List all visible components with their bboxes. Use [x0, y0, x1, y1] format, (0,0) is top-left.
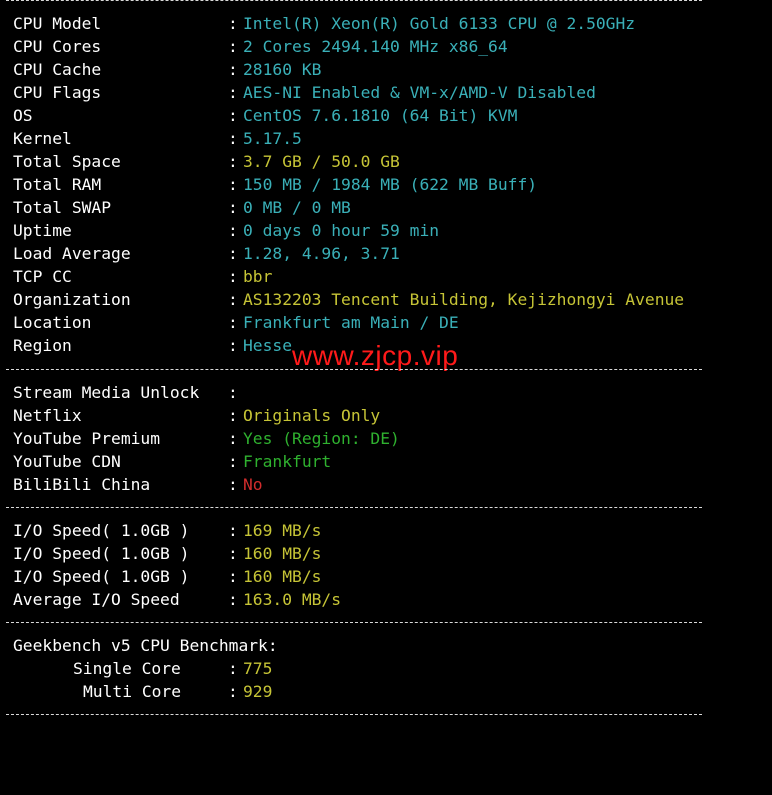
colon: : — [228, 60, 238, 79]
row-value: 169 MB/s — [243, 521, 322, 540]
row-label: YouTube Premium — [13, 429, 161, 448]
colon: : — [228, 452, 238, 471]
colon: : — [228, 106, 238, 125]
row-value: AES-NI Enabled & VM-x/AMD-V Disabled — [243, 83, 596, 102]
row-label: Uptime — [13, 221, 72, 240]
row-value: AS132203 Tencent Building, Kejizhongyi A… — [243, 290, 685, 309]
colon: : — [228, 152, 238, 171]
colon: : — [228, 129, 238, 148]
row-value: Frankfurt — [243, 452, 332, 471]
colon: : — [228, 406, 238, 425]
single-core-label: Single Core — [73, 659, 181, 678]
row-value: 163.0 MB/s — [243, 590, 342, 609]
row-label: I/O Speed( 1.0GB ) — [13, 567, 190, 586]
row-value: Intel(R) Xeon(R) Gold 6133 CPU @ 2.50GHz — [243, 14, 636, 33]
row-value: Originals Only — [243, 406, 381, 425]
colon: : — [228, 590, 238, 609]
colon: : — [228, 475, 238, 494]
row-label: Region — [13, 336, 72, 355]
row-value: 160 MB/s — [243, 544, 322, 563]
separator-line — [6, 369, 702, 370]
row-label: YouTube CDN — [13, 452, 121, 471]
geekbench-multi-row: Multi Core : 929 — [13, 680, 272, 703]
row-value: bbr — [243, 267, 273, 286]
row-label: Total Space — [13, 152, 121, 171]
colon: : — [228, 336, 238, 355]
row-label: CPU Cache — [13, 60, 102, 79]
geekbench-heading: Geekbench v5 CPU Benchmark: — [13, 636, 278, 655]
row-label: I/O Speed( 1.0GB ) — [13, 544, 190, 563]
colon: : — [228, 221, 238, 240]
row-label: Location — [13, 313, 92, 332]
colon: : — [228, 682, 238, 701]
row-label: CPU Flags — [13, 83, 102, 102]
colon: : — [228, 313, 238, 332]
row-value: 0 MB / 0 MB — [243, 198, 351, 217]
row-label: CPU Cores — [13, 37, 102, 56]
row-value: 150 MB / 1984 MB (622 MB Buff) — [243, 175, 538, 194]
colon: : — [228, 290, 238, 309]
row-label: OS — [13, 106, 33, 125]
row-label: Netflix — [13, 406, 82, 425]
colon: : — [228, 37, 238, 56]
row-value: Frankfurt am Main / DE — [243, 313, 459, 332]
row-value: Hesse — [243, 336, 293, 355]
stream-heading: Stream Media Unlock — [13, 383, 200, 402]
colon: : — [228, 544, 238, 563]
geekbench-heading-row: Geekbench v5 CPU Benchmark: — [13, 634, 278, 657]
row-value: No — [243, 475, 263, 494]
geekbench-single-row: Single Core : 775 — [13, 657, 272, 680]
colon: : — [228, 429, 238, 448]
row-value: CentOS 7.6.1810 (64 Bit) KVM — [243, 106, 518, 125]
colon: : — [228, 521, 238, 540]
row-value: Yes (Region: DE) — [243, 429, 400, 448]
row-value: 28160 KB — [243, 60, 322, 79]
colon: : — [228, 659, 238, 678]
row-label: TCP CC — [13, 267, 72, 286]
row-label: Organization — [13, 290, 131, 309]
row-label: CPU Model — [13, 14, 102, 33]
row-label: Total RAM — [13, 175, 102, 194]
separator-line — [6, 622, 702, 623]
terminal-window[interactable]: CPU Model: Intel(R) Xeon(R) Gold 6133 CPU… — [0, 0, 772, 719]
row-value: 3.7 GB / 50.0 GB — [243, 152, 400, 171]
single-core-value: 775 — [243, 659, 273, 678]
row-label: BiliBili China — [13, 475, 151, 494]
stream-heading-row: Stream Media Unlock : — [13, 381, 238, 404]
colon: : — [228, 83, 238, 102]
row-value: 0 days 0 hour 59 min — [243, 221, 440, 240]
separator-line — [6, 714, 702, 715]
row-value: 2 Cores 2494.140 MHz x86_64 — [243, 37, 508, 56]
row-value: 160 MB/s — [243, 567, 322, 586]
row-label: Load Average — [13, 244, 131, 263]
row-label: I/O Speed( 1.0GB ) — [13, 521, 190, 540]
colon: : — [228, 267, 238, 286]
colon: : — [228, 244, 238, 263]
colon: : — [228, 567, 238, 586]
multi-core-value: 929 — [243, 682, 273, 701]
colon: : — [228, 198, 238, 217]
row-value: 5.17.5 — [243, 129, 302, 148]
separator-line — [6, 507, 702, 508]
watermark-text: www.zjcp.vip — [292, 340, 459, 371]
row-value: 1.28, 4.96, 3.71 — [243, 244, 400, 263]
colon: : — [228, 175, 238, 194]
separator-line — [6, 0, 702, 1]
multi-core-label: Multi Core — [83, 682, 182, 701]
row-label: Total SWAP — [13, 198, 112, 217]
colon: : — [228, 383, 238, 402]
colon: : — [228, 14, 238, 33]
row-label: Average I/O Speed — [13, 590, 180, 609]
row-label: Kernel — [13, 129, 72, 148]
